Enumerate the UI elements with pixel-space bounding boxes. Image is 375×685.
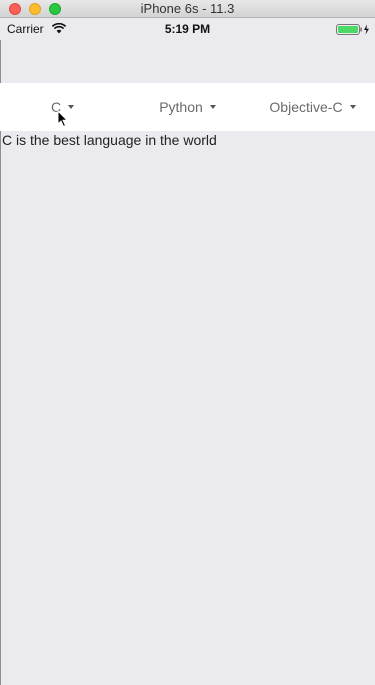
status-time: 5:19 PM: [164, 22, 211, 36]
dropdown-python[interactable]: Python: [125, 83, 250, 131]
caret-down-icon: [209, 105, 216, 109]
dropdown-objective-c[interactable]: Objective-C: [250, 83, 375, 131]
dropdown-label: Objective-C: [269, 99, 343, 115]
simulator-window: iPhone 6s - 11.3 Carrier 5:19 PM C Pytho…: [0, 0, 375, 685]
content-text: C is the best language in the world: [2, 132, 217, 148]
window-title: iPhone 6s - 11.3: [140, 1, 235, 16]
window-edge: [0, 40, 1, 685]
dropdown-label: Python: [159, 99, 203, 115]
mouse-cursor-icon: [57, 110, 69, 128]
window-title-bar: iPhone 6s - 11.3: [0, 0, 375, 18]
status-bar: Carrier 5:19 PM: [0, 18, 375, 40]
caret-down-icon: [68, 105, 75, 109]
battery-icon: [336, 24, 369, 35]
caret-down-icon: [349, 105, 356, 109]
